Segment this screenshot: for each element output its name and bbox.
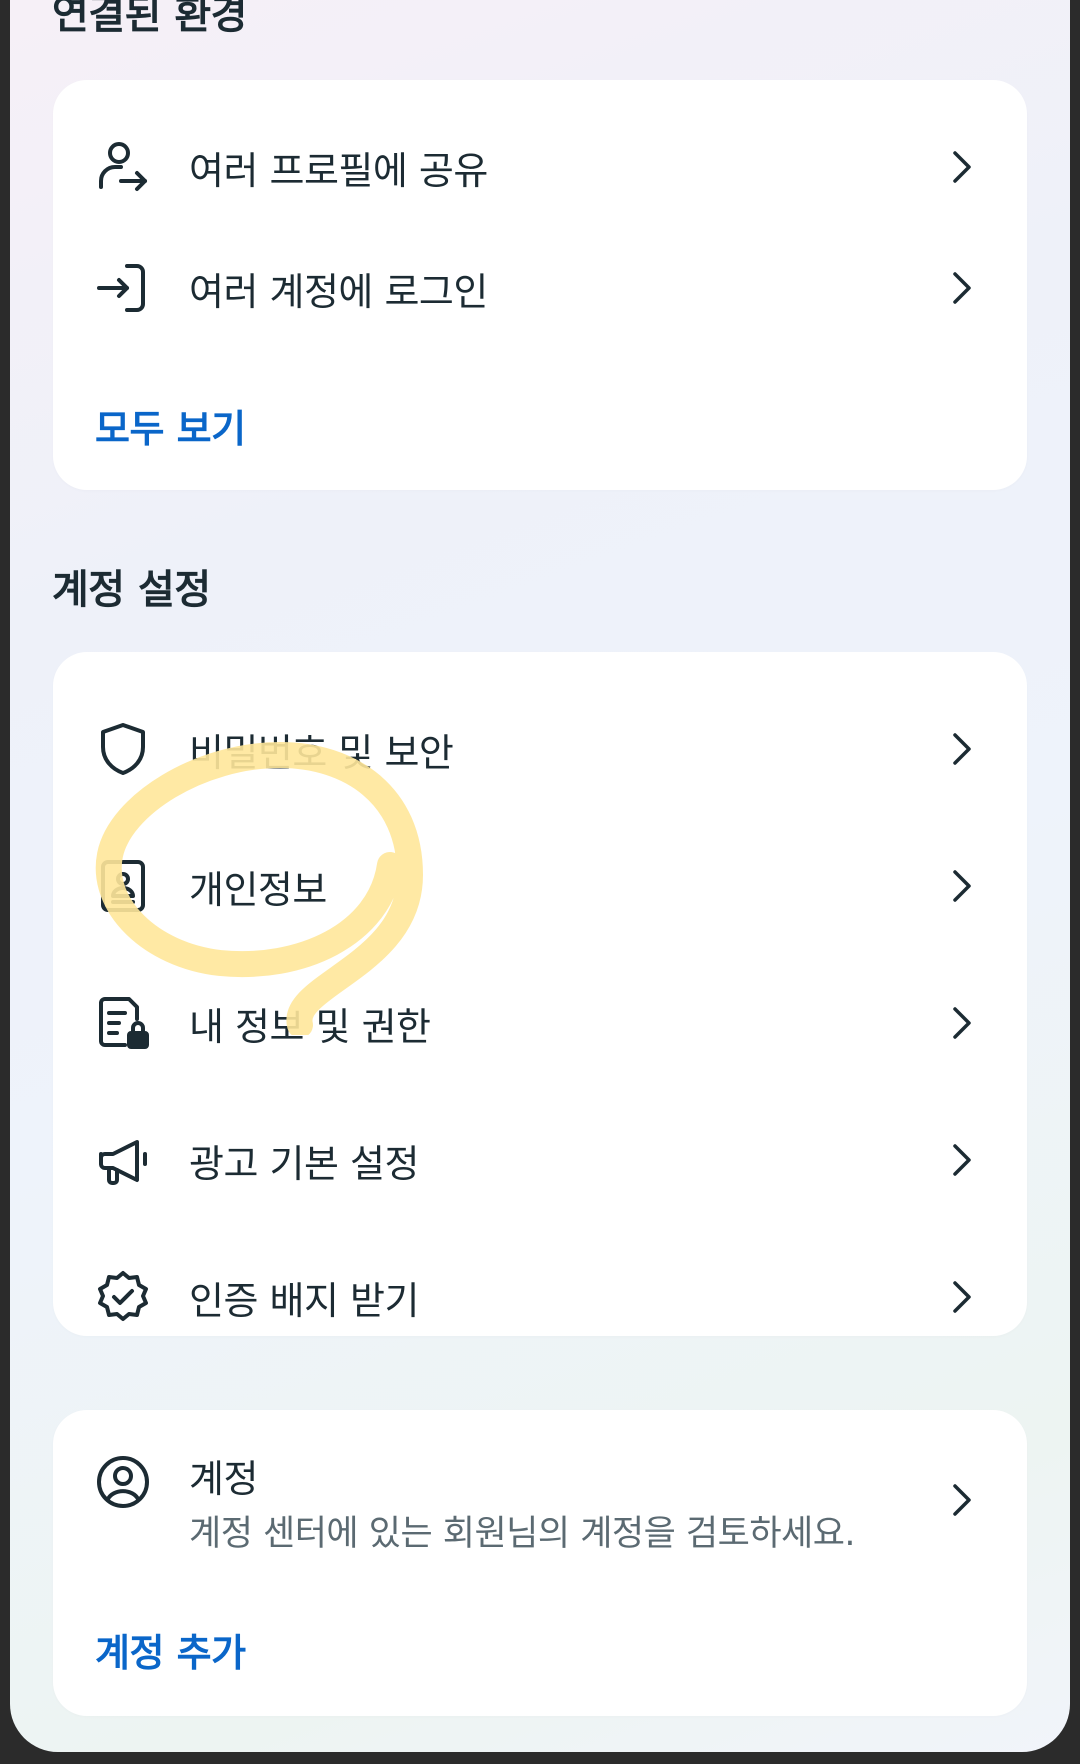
- row-share-across-profiles[interactable]: 여러 프로필에 공유: [53, 105, 1027, 229]
- row-password-security[interactable]: 비밀번호 및 보안: [53, 687, 1027, 811]
- row-label: 광고 기본 설정: [189, 1141, 419, 1186]
- row-log-in-across-accounts[interactable]: 여러 계정에 로그인: [53, 226, 1027, 350]
- verified-badge-icon: [95, 1269, 151, 1325]
- account-settings-card: 비밀번호 및 보안 개인정보 내 정보 및 권한 광고 기본 설정 인증 배지 …: [53, 652, 1027, 1336]
- add-account-link[interactable]: 계정 추가: [95, 1622, 246, 1677]
- row-your-information-permissions[interactable]: 내 정보 및 권한: [53, 961, 1027, 1085]
- section-title-connected: 연결된 환경: [52, 0, 247, 38]
- login-arrow-icon: [95, 260, 151, 316]
- see-all-link[interactable]: 모두 보기: [95, 398, 246, 453]
- row-label: 개인정보: [189, 867, 327, 912]
- section-title-account-settings: 계정 설정: [52, 567, 211, 613]
- accounts-title: 계정: [189, 1457, 258, 1501]
- shield-icon: [95, 721, 151, 777]
- row-label: 여러 프로필에 공유: [189, 148, 488, 193]
- row-label: 내 정보 및 권한: [189, 1004, 431, 1049]
- row-label: 여러 계정에 로그인: [189, 269, 488, 314]
- account-circle-icon: [95, 1454, 151, 1510]
- chevron-right-icon: [947, 1277, 977, 1317]
- row-personal-details[interactable]: 개인정보: [53, 824, 1027, 948]
- connected-card: 여러 프로필에 공유 여러 계정에 로그인 모두 보기: [53, 80, 1027, 490]
- document-lock-icon: [95, 995, 151, 1051]
- row-accounts[interactable]: 계정 계정 센터에 있는 회원님의 계정을 검토하세요.: [53, 1420, 1027, 1580]
- chevron-right-icon: [947, 268, 977, 308]
- row-label: 인증 배지 받기: [189, 1278, 419, 1323]
- settings-screen: 연결된 환경 여러 프로필에 공유 여러 계정에 로그인 모두 보기 계정 설정…: [10, 0, 1070, 1752]
- chevron-right-icon: [947, 866, 977, 906]
- chevron-right-icon: [947, 1480, 977, 1520]
- row-ad-preferences[interactable]: 광고 기본 설정: [53, 1098, 1027, 1222]
- id-card-icon: [95, 858, 151, 914]
- accounts-card: 계정 계정 센터에 있는 회원님의 계정을 검토하세요. 계정 추가: [53, 1410, 1027, 1716]
- chevron-right-icon: [947, 729, 977, 769]
- chevron-right-icon: [947, 1140, 977, 1180]
- accounts-subtitle: 계정 센터에 있는 회원님의 계정을 검토하세요.: [189, 1514, 856, 1554]
- row-verified-badge[interactable]: 인증 배지 받기: [53, 1235, 1027, 1359]
- profile-share-icon: [95, 139, 151, 195]
- chevron-right-icon: [947, 1003, 977, 1043]
- megaphone-icon: [95, 1132, 151, 1188]
- row-label: 비밀번호 및 보안: [189, 730, 454, 775]
- chevron-right-icon: [947, 147, 977, 187]
